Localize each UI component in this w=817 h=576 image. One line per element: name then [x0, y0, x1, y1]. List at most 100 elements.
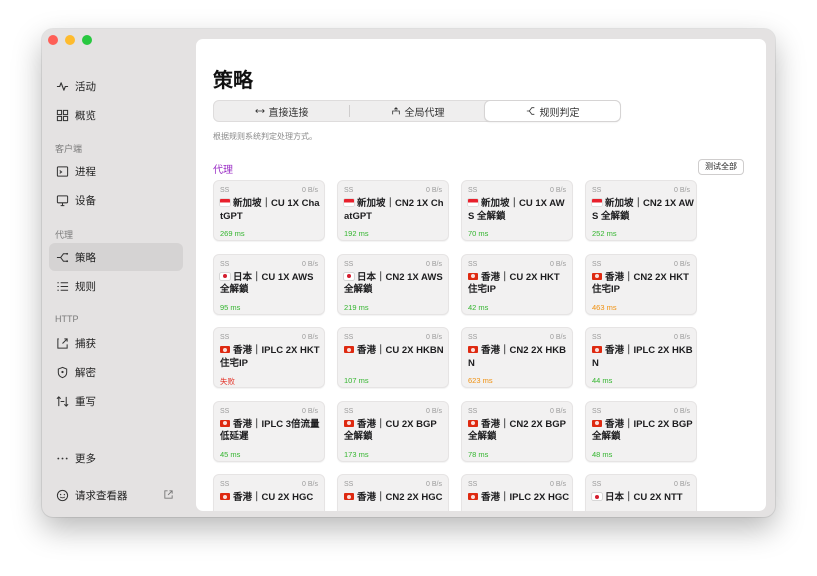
external-link-icon[interactable] [163, 489, 174, 500]
proxy-name: 香港｜IPLC 3倍流量 低延遲 [220, 418, 320, 443]
proxy-rate: 0 B/s [302, 407, 318, 415]
hk-flag-icon [344, 419, 354, 427]
proxy-card[interactable]: SS 0 B/s 香港｜CN2 2X HKT 住宅IP 463 ms [585, 253, 697, 315]
sidebar-item-more[interactable]: 更多 [49, 444, 183, 472]
proxy-type: SS [468, 260, 478, 268]
proxy-type: SS [468, 481, 478, 488]
proxy-card[interactable]: SS 0 B/s 新加坡｜CN2 1X AWS 全解鎖 252 ms [585, 180, 697, 241]
proxy-card[interactable]: SS 0 B/s 香港｜CU 2X HKBN 107 ms [337, 327, 449, 388]
jp-flag-icon [344, 272, 354, 280]
proxy-card[interactable]: SS 0 B/s 香港｜CU 2X BGP 全解鎖 173 ms [337, 400, 449, 462]
sidebar-item-device[interactable]: 设备 [49, 186, 183, 214]
proxy-card[interactable]: SS 0 B/s 香港｜IPLC 2X HGC [461, 474, 573, 511]
sidebar-item-activity[interactable]: 活动 [49, 72, 183, 100]
proxy-type: SS [468, 407, 478, 415]
proxy-type: SS [468, 187, 478, 194]
mode-direct-button[interactable]: 直接连接 [214, 101, 349, 121]
sidebar-item-decrypt[interactable]: 解密 [49, 358, 183, 386]
sg-flag-icon [592, 199, 602, 206]
proxy-card[interactable]: SS 0 B/s 日本｜CN2 1X AWS 全解鎖 219 ms [337, 253, 449, 315]
proxy-rate: 0 B/s [426, 334, 442, 341]
proxy-card[interactable]: SS 0 B/s 新加坡｜CU 1X AWS 全解鎖 70 ms [461, 180, 573, 241]
proxy-rate: 0 B/s [674, 481, 690, 488]
proxy-latency: 107 ms [344, 376, 369, 385]
proxy-latency: 70 ms [468, 229, 489, 238]
proxy-card[interactable]: SS 0 B/s 香港｜IPLC 3倍流量 低延遲 45 ms [213, 400, 325, 462]
proxy-card[interactable]: SS 0 B/s 香港｜IPLC 2X HKT 住宅IP 失败 [213, 327, 325, 388]
proxy-latency: 78 ms [468, 449, 489, 459]
proxy-name-row: 香港｜CN2 2X BGP 全解鎖 [468, 419, 570, 444]
proxy-rate: 0 B/s [426, 260, 442, 268]
proxy-rate: 0 B/s [302, 187, 318, 194]
proxy-type: SS [592, 407, 602, 415]
proxy-card[interactable]: SS 0 B/s 日本｜CU 2X NTT [585, 474, 697, 511]
sidebar-item-rules[interactable]: 规则 [49, 272, 183, 300]
sidebar-item-request-viewer[interactable]: 请求查看器 [49, 481, 183, 509]
section-label-client: 客户端 [55, 144, 83, 154]
proxy-name-row: 香港｜CU 2X HKBN [344, 345, 446, 358]
proxy-name: 香港｜CN2 2X HGC [357, 492, 443, 503]
proxy-name: 日本｜CN2 1X AWS 全解鎖 [344, 271, 443, 296]
sidebar-item-capture[interactable]: 捕获 [49, 329, 183, 357]
proxy-section-title: 代理 [213, 165, 233, 176]
sidebar-item-label: 活动 [75, 80, 96, 93]
sidebar-item-label: 请求查看器 [75, 489, 128, 502]
test-all-button[interactable]: 测试全部 [698, 159, 744, 175]
proxy-name: 香港｜IPLC 2X BGP 全解鎖 [592, 418, 693, 443]
proxy-card[interactable]: SS 0 B/s 香港｜IPLC 2X BGP 全解鎖 48 ms [585, 400, 697, 462]
proxy-card[interactable]: SS 0 B/s 日本｜CU 1X AWS 全解鎖 95 ms [213, 253, 325, 315]
proxy-name: 香港｜CU 2X BGP 全解鎖 [344, 418, 437, 443]
proxy-name: 新加坡｜CN2 1X ChatGPT [344, 198, 444, 222]
hk-flag-icon [220, 419, 230, 427]
sidebar-item-policy[interactable]: 策略 [49, 243, 183, 271]
proxy-name-row: 香港｜CU 2X BGP 全解鎖 [344, 419, 446, 444]
proxy-name-row: 香港｜CU 2X HKT 住宅IP [468, 272, 570, 297]
sidebar-item-process[interactable]: 进程 [49, 157, 183, 185]
proxy-card[interactable]: SS 0 B/s 香港｜CU 2X HGC [213, 474, 325, 511]
proxy-latency: 252 ms [592, 229, 617, 238]
hk-flag-icon [592, 272, 602, 280]
sidebar-item-overview[interactable]: 概览 [49, 101, 183, 129]
proxy-card[interactable]: SS 0 B/s 香港｜IPLC 2X HKBN 44 ms [585, 327, 697, 388]
proxy-card[interactable]: SS 0 B/s 香港｜CN2 2X BGP 全解鎖 78 ms [461, 400, 573, 462]
proxy-latency: 173 ms [344, 449, 369, 459]
proxy-latency: 269 ms [220, 229, 245, 238]
mode-hint-text: 根据规则系统判定处理方式。 [213, 132, 317, 141]
mode-global-button[interactable]: 全局代理 [350, 101, 485, 121]
jp-flag-icon [220, 272, 230, 280]
hk-flag-icon [592, 346, 602, 353]
proxy-card[interactable]: SS 0 B/s 香港｜CN2 2X HGC [337, 474, 449, 511]
proxy-name: 香港｜IPLC 2X HKBN [592, 345, 693, 369]
proxy-card[interactable]: SS 0 B/s 香港｜CU 2X HKT 住宅IP 42 ms [461, 253, 573, 315]
proxy-type: SS [220, 481, 230, 488]
proxy-rate: 0 B/s [550, 187, 566, 194]
sidebar-item-label: 策略 [75, 251, 96, 264]
mode-label: 全局代理 [404, 107, 445, 119]
proxy-type: SS [344, 260, 354, 268]
proxy-name-row: 新加坡｜CU 1X AWS 全解鎖 [468, 198, 570, 223]
proxy-card[interactable]: SS 0 B/s 新加坡｜CU 1X ChatGPT 269 ms [213, 180, 325, 241]
capture-icon [56, 337, 69, 350]
proxy-type: SS [220, 334, 230, 341]
rule-icon [526, 107, 534, 115]
proxy-name-row: 日本｜CN2 1X AWS 全解鎖 [344, 272, 446, 297]
proxy-type: SS [468, 334, 478, 341]
proxy-rate: 0 B/s [674, 260, 690, 268]
sidebar-item-rewrite[interactable]: 重写 [49, 387, 183, 415]
proxy-name-row: 香港｜CN2 2X HKT 住宅IP [592, 272, 694, 297]
proxy-type: SS [592, 334, 602, 341]
proxy-latency: 192 ms [344, 229, 369, 238]
proxy-latency: 219 ms [344, 302, 369, 312]
proxy-card[interactable]: SS 0 B/s 新加坡｜CN2 1X ChatGPT 192 ms [337, 180, 449, 241]
proxy-rate: 0 B/s [674, 334, 690, 341]
proxy-name-row: 香港｜IPLC 2X HGC [468, 492, 570, 505]
hk-flag-icon [468, 419, 478, 427]
proxy-latency: 45 ms [220, 449, 241, 459]
proxy-name: 新加坡｜CU 1X AWS 全解鎖 [468, 198, 565, 222]
shield-icon [56, 366, 69, 379]
hk-flag-icon [344, 346, 354, 353]
sidebar-item-label: 概览 [75, 109, 96, 122]
proxy-type: SS [592, 260, 602, 268]
mode-rule-button[interactable]: 规则判定 [485, 101, 620, 121]
proxy-card[interactable]: SS 0 B/s 香港｜CN2 2X HKBN 623 ms [461, 327, 573, 388]
